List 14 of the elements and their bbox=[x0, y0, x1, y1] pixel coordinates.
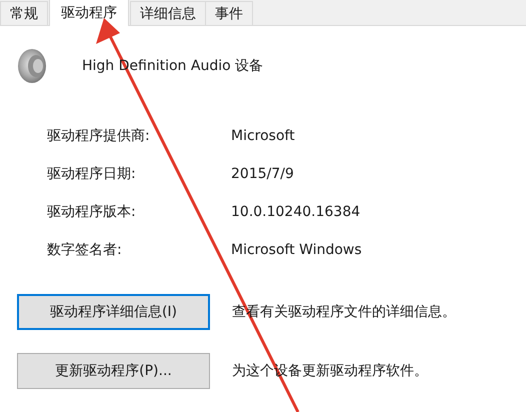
property-label: 驱动程序提供商: bbox=[47, 127, 151, 146]
tab[interactable]: 事件 bbox=[205, 1, 253, 25]
action-button[interactable]: 更新驱动程序(P)... bbox=[17, 353, 210, 389]
property-value: Microsoft Windows bbox=[231, 241, 363, 260]
property-label: 驱动程序日期: bbox=[47, 165, 137, 184]
property-value: Microsoft bbox=[231, 127, 296, 146]
tab[interactable]: 驱动程序 bbox=[49, 0, 129, 26]
property-value: 2015/7/9 bbox=[231, 165, 295, 184]
property-value: 10.0.10240.16384 bbox=[231, 203, 362, 222]
property-label: 驱动程序版本: bbox=[47, 203, 137, 222]
tab[interactable]: 详细信息 bbox=[130, 1, 206, 25]
property-label: 数字签名者: bbox=[47, 241, 123, 260]
action-button[interactable]: 驱动程序详细信息(I) bbox=[17, 294, 210, 330]
tab[interactable]: 常规 bbox=[0, 1, 48, 25]
